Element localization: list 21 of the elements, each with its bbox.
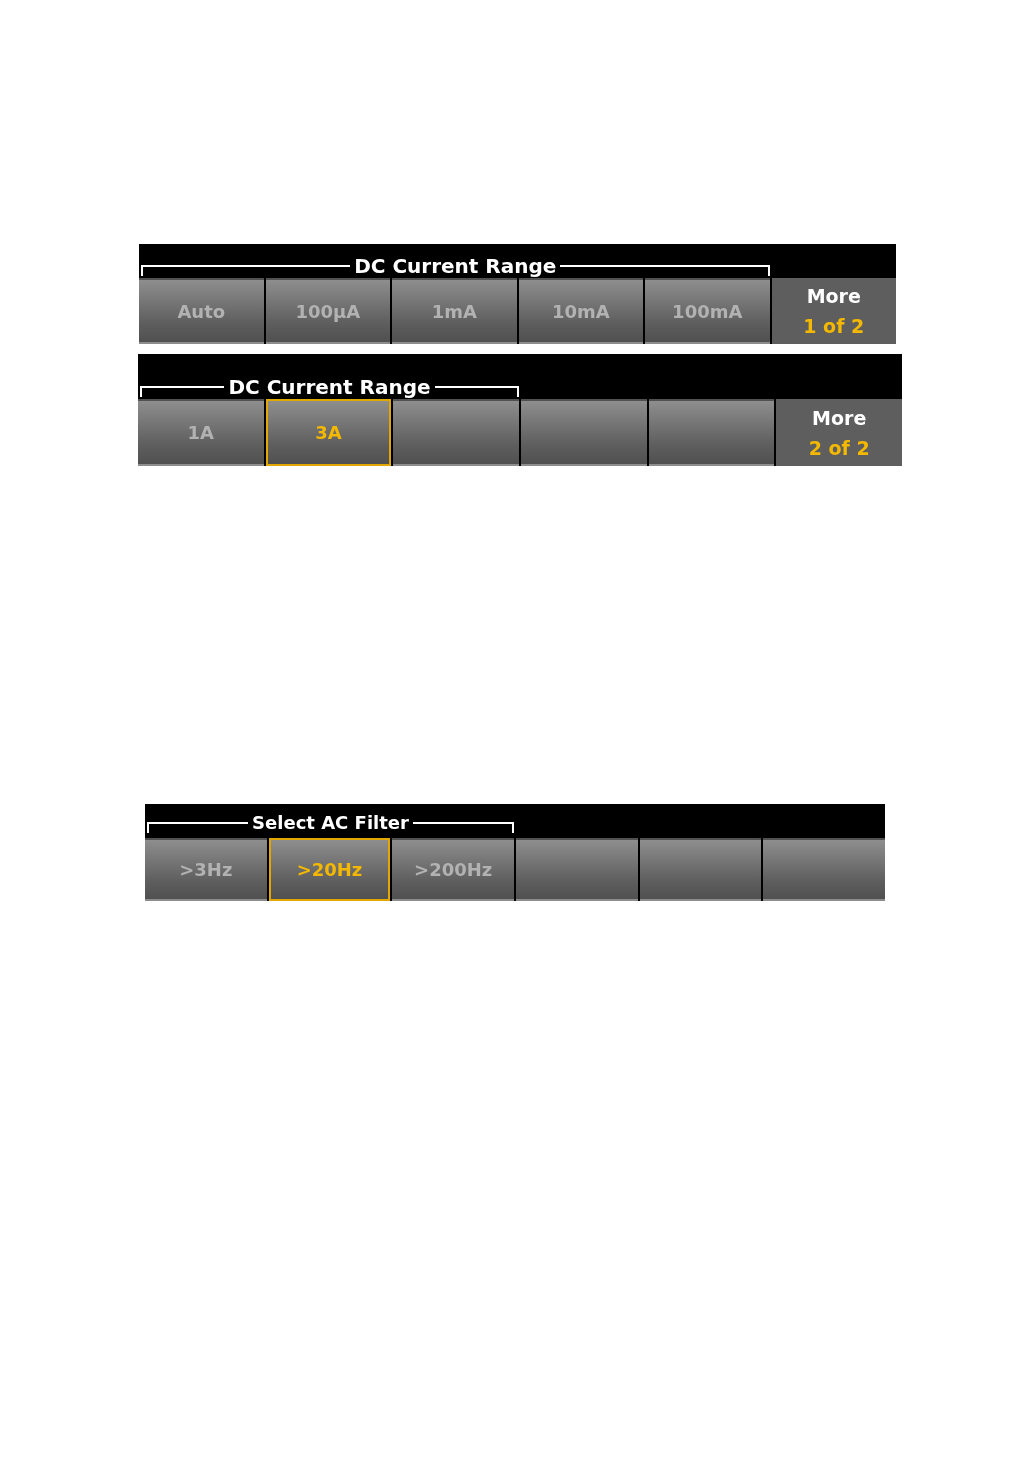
menu-title: DC Current Range xyxy=(353,256,558,276)
softkey[interactable]: 100µA xyxy=(265,278,390,344)
menu-title: DC Current Range xyxy=(227,377,432,397)
softkey[interactable]: 1A xyxy=(138,399,264,466)
softkey[interactable]: 3A xyxy=(265,399,392,466)
blank-softkey[interactable] xyxy=(639,838,762,901)
softkey[interactable]: 10mA xyxy=(518,278,643,344)
softkey[interactable]: >3Hz xyxy=(145,838,267,901)
blank-softkey[interactable] xyxy=(521,399,647,466)
blank-softkey[interactable] xyxy=(393,399,519,466)
menu-title: Select AC Filter xyxy=(251,813,410,833)
softkey[interactable]: 1mA xyxy=(392,278,517,344)
more-softkey[interactable]: More 2 of 2 xyxy=(776,399,902,466)
blank-softkey[interactable] xyxy=(763,838,885,901)
blank-softkey[interactable] xyxy=(516,838,638,901)
softkey[interactable]: >20Hz xyxy=(268,838,391,901)
softkey[interactable]: >200Hz xyxy=(392,838,514,901)
softkey[interactable]: Auto xyxy=(139,278,264,344)
more-softkey[interactable]: More 1 of 2 xyxy=(771,278,896,344)
softkey[interactable]: 100mA xyxy=(645,278,770,344)
blank-softkey[interactable] xyxy=(648,399,775,466)
